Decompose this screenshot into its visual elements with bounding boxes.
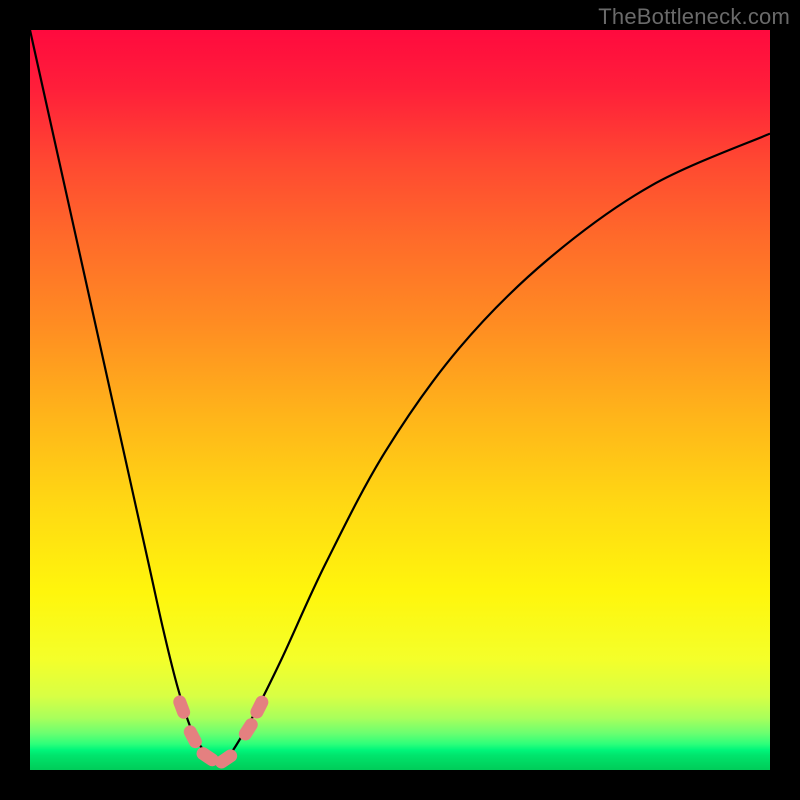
plot-area (30, 30, 770, 770)
chart-frame: TheBottleneck.com (0, 0, 800, 800)
marker-group (171, 693, 270, 770)
data-marker (171, 694, 192, 721)
data-marker (248, 693, 270, 720)
curve-svg (30, 30, 770, 770)
watermark-text: TheBottleneck.com (598, 4, 790, 30)
data-marker (213, 747, 240, 770)
bottleneck-curve (30, 30, 770, 764)
